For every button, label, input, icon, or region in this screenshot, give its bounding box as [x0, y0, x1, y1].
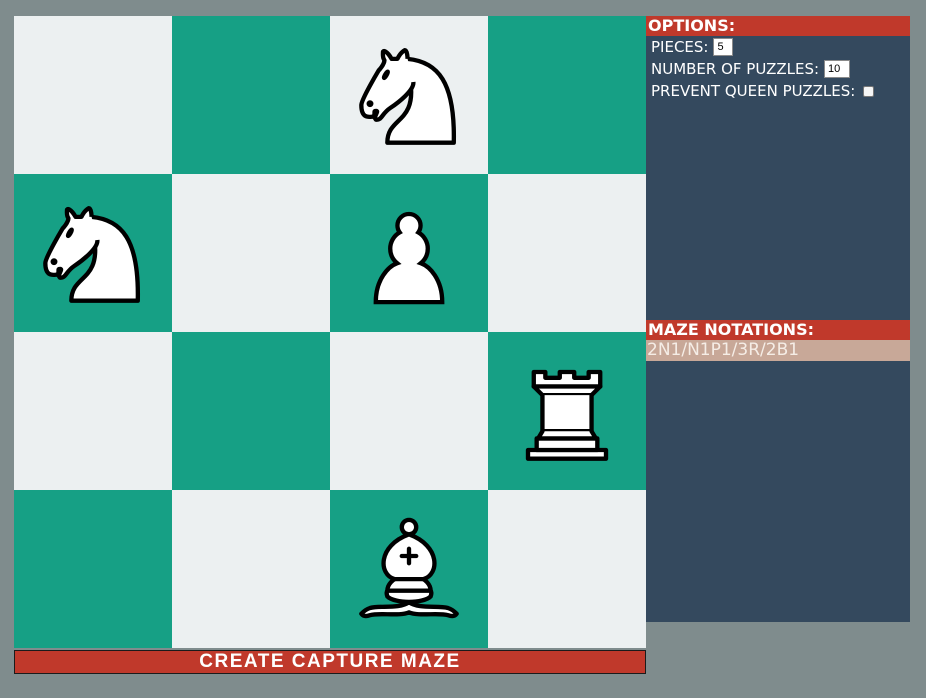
- board-square[interactable]: [14, 490, 172, 648]
- create-capture-maze-button[interactable]: CREATE CAPTURE MAZE: [14, 650, 646, 674]
- board-square[interactable]: [172, 174, 330, 332]
- board-square[interactable]: [488, 16, 646, 174]
- pieces-input[interactable]: [713, 38, 734, 56]
- pawn-icon[interactable]: [344, 188, 474, 318]
- knight-icon[interactable]: [28, 188, 158, 318]
- board-square[interactable]: [172, 332, 330, 490]
- board-square[interactable]: [172, 16, 330, 174]
- maze-notations-header: MAZE NOTATIONS:: [646, 320, 910, 340]
- number-of-puzzles-option: NUMBER OF PUZZLES:: [646, 58, 910, 80]
- options-header: OPTIONS:: [646, 16, 910, 36]
- options-body: PIECES: NUMBER OF PUZZLES: PREVENT QUEEN…: [646, 36, 910, 320]
- prevent-queen-checkbox[interactable]: [863, 85, 875, 97]
- board-square[interactable]: [330, 16, 488, 174]
- number-of-puzzles-input[interactable]: [824, 60, 851, 78]
- knight-icon[interactable]: [344, 30, 474, 160]
- board-square[interactable]: [14, 332, 172, 490]
- board-square[interactable]: [330, 490, 488, 648]
- board-square[interactable]: [488, 490, 646, 648]
- board-square[interactable]: [488, 332, 646, 490]
- chess-board: [14, 16, 646, 648]
- board-square[interactable]: [172, 490, 330, 648]
- bishop-icon[interactable]: [344, 504, 474, 634]
- board-square[interactable]: [330, 174, 488, 332]
- prevent-queen-label: PREVENT QUEEN PUZZLES:: [651, 82, 856, 100]
- pieces-label: PIECES:: [651, 38, 709, 56]
- side-panel: OPTIONS: PIECES: NUMBER OF PUZZLES: PREV…: [646, 16, 910, 622]
- prevent-queen-option: PREVENT QUEEN PUZZLES:: [646, 80, 910, 102]
- board-square[interactable]: [488, 174, 646, 332]
- maze-notation-text[interactable]: 2N1/N1P1/3R/2B1: [646, 340, 910, 361]
- rook-icon[interactable]: [502, 346, 632, 476]
- pieces-option: PIECES:: [646, 36, 910, 58]
- board-square[interactable]: [330, 332, 488, 490]
- board-square[interactable]: [14, 16, 172, 174]
- board-square[interactable]: [14, 174, 172, 332]
- number-of-puzzles-label: NUMBER OF PUZZLES:: [651, 60, 820, 78]
